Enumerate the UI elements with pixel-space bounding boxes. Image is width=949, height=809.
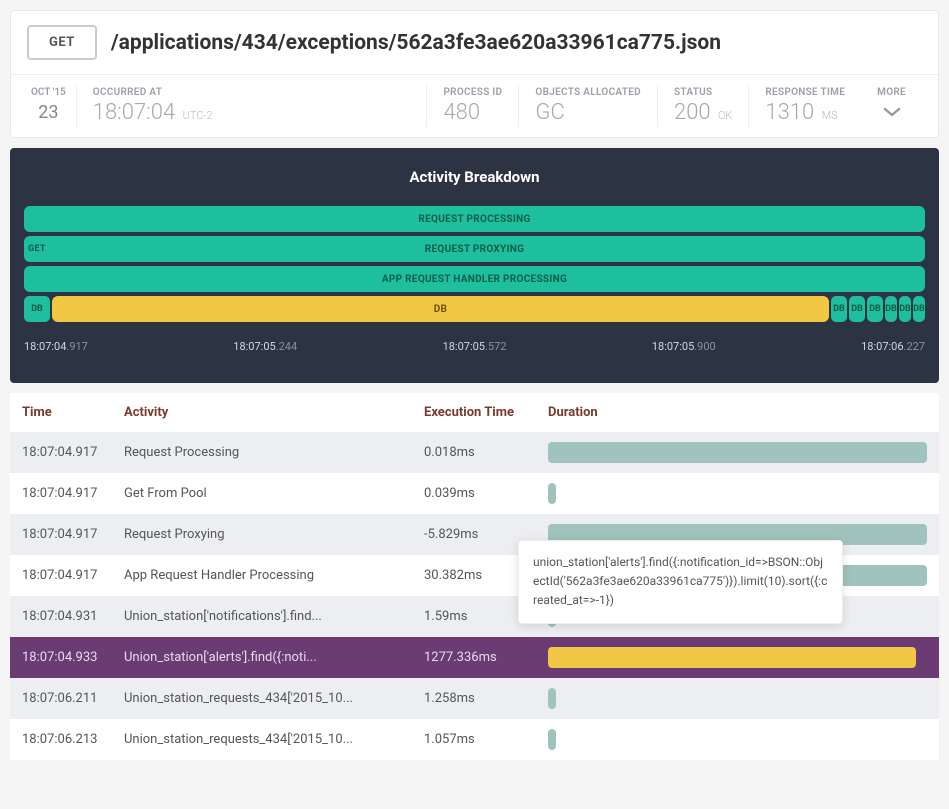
cell-execution-time: 0.018ms [424, 445, 542, 460]
cell-execution-time: 1.258ms [424, 691, 542, 706]
cell-activity: Union_station_requests_434['2015_10... [124, 732, 424, 747]
cell-duration [542, 688, 927, 709]
th-activity[interactable]: Activity [124, 405, 424, 420]
bar-request-proxying[interactable]: GET REQUEST PROXYING [24, 236, 925, 262]
th-duration[interactable]: Duration [542, 405, 927, 420]
cell-duration [542, 442, 927, 463]
timeline-bars: REQUEST PROCESSING GET REQUEST PROXYING … [10, 206, 939, 322]
cell-activity: Union_station['alerts'].find({:noti... [124, 650, 424, 665]
bar-label: REQUEST PROCESSING [418, 214, 530, 225]
table-row[interactable]: 18:07:06.213Union_station_requests_434['… [10, 719, 939, 760]
duration-bar [548, 483, 556, 504]
meta-objects: OBJECTS ALLOCATED GC [518, 85, 657, 127]
cell-activity: Get From Pool [124, 486, 424, 501]
th-time[interactable]: Time [22, 405, 124, 420]
duration-bar [548, 442, 927, 463]
th-execution-time[interactable]: Execution Time [424, 405, 542, 420]
meta-response-time: RESPONSE TIME 1310 MS [748, 85, 861, 127]
db-segment-4[interactable]: DB [867, 296, 883, 322]
duration-bar [548, 729, 556, 750]
meta-occurred: OCCURRED AT 18:07:04 UTC-2 [77, 85, 427, 127]
cell-time: 18:07:06.213 [22, 732, 124, 747]
db-segment-5[interactable]: DB [885, 296, 897, 322]
date-block: OCT '15 23 [23, 85, 77, 127]
meta-process-value: 480 [443, 100, 502, 125]
cell-time: 18:07:04.917 [22, 486, 124, 501]
date-day: 23 [31, 102, 66, 123]
bar-app-handler[interactable]: APP REQUEST HANDLER PROCESSING [24, 266, 925, 292]
meta-more-label: MORE [877, 87, 906, 98]
cell-activity: Request Proxying [124, 527, 424, 542]
meta-process-label: PROCESS ID [443, 87, 502, 98]
cell-time: 18:07:04.931 [22, 609, 124, 624]
cell-activity: Request Processing [124, 445, 424, 460]
db-row: DB DB DB DB DB DB DB DB [24, 296, 925, 322]
timeline-tick: 18:07:06.227 [861, 340, 925, 353]
timeline-tick: 18:07:05.572 [443, 340, 507, 353]
meta-status-label: STATUS [674, 87, 732, 98]
table-row[interactable]: 18:07:04.917Request Processing0.018ms [10, 432, 939, 473]
cell-execution-time: 1.057ms [424, 732, 542, 747]
meta-objects-label: OBJECTS ALLOCATED [535, 87, 641, 98]
meta-occurred-label: OCCURRED AT [93, 87, 411, 98]
meta-status-value: 200 OK [674, 100, 732, 125]
meta-objects-value: GC [535, 100, 641, 125]
cell-time: 18:07:04.917 [22, 445, 124, 460]
db-segment-6[interactable]: DB [899, 296, 911, 322]
meta-occurred-value: 18:07:04 UTC-2 [93, 100, 411, 125]
db-segment-1[interactable]: DB [24, 296, 50, 322]
cell-duration [542, 647, 927, 668]
cell-execution-time: 0.039ms [424, 486, 542, 501]
http-method-badge: GET [27, 25, 97, 60]
db-segment-2[interactable]: DB [831, 296, 847, 322]
request-header-card: GET /applications/434/exceptions/562a3fe… [10, 10, 939, 138]
meta-more-toggle[interactable]: MORE [861, 85, 926, 127]
breakdown-title: Activity Breakdown [10, 168, 939, 186]
cell-activity: Union_station['notifications'].find... [124, 609, 424, 624]
cell-time: 18:07:04.933 [22, 650, 124, 665]
timeline-tick: 18:07:05.244 [233, 340, 297, 353]
meta-response-label: RESPONSE TIME [765, 87, 845, 98]
bar-label: APP REQUEST HANDLER PROCESSING [382, 274, 567, 285]
activity-breakdown-card: Activity Breakdown REQUEST PROCESSING GE… [10, 148, 939, 383]
query-tooltip: union_station['alerts'].find({:notificat… [518, 540, 843, 624]
cell-time: 18:07:04.917 [22, 527, 124, 542]
cell-time: 18:07:06.211 [22, 691, 124, 706]
date-month: OCT '15 [31, 87, 66, 98]
request-path: /applications/434/exceptions/562a3fe3ae6… [111, 31, 721, 55]
timeline-tick: 18:07:05.900 [652, 340, 716, 353]
cell-activity: Union_station_requests_434['2015_10... [124, 691, 424, 706]
request-line: GET /applications/434/exceptions/562a3fe… [11, 11, 938, 75]
cell-time: 18:07:04.917 [22, 568, 124, 583]
chevron-down-icon [877, 102, 906, 123]
timeline-ticks: 18:07:04.917 18:07:05.244 18:07:05.572 18:0… [10, 326, 939, 353]
table-row[interactable]: 18:07:04.917Get From Pool0.039ms [10, 473, 939, 514]
tooltip-text: union_station['alerts'].find({:notificat… [533, 555, 827, 607]
timeline-tick: 18:07:04.917 [24, 340, 88, 353]
cell-activity: App Request Handler Processing [124, 568, 424, 583]
meta-status: STATUS 200 OK [657, 85, 748, 127]
table-row[interactable]: 18:07:04.933Union_station['alerts'].find… [10, 637, 939, 678]
table-row[interactable]: 18:07:06.211Union_station_requests_434['… [10, 678, 939, 719]
bar-request-processing[interactable]: REQUEST PROCESSING [24, 206, 925, 232]
meta-response-value: 1310 MS [765, 100, 845, 125]
db-segment-3[interactable]: DB [849, 296, 865, 322]
cell-duration [542, 729, 927, 750]
table-header-row: Time Activity Execution Time Duration [10, 393, 939, 432]
bar-get-label: GET [28, 244, 46, 254]
cell-duration [542, 483, 927, 504]
duration-bar [548, 688, 556, 709]
cell-execution-time: 1277.336ms [424, 650, 542, 665]
bar-label: DB [434, 304, 447, 315]
meta-row: OCT '15 23 OCCURRED AT 18:07:04 UTC-2 PR… [11, 75, 938, 137]
bar-db-main[interactable]: DB [52, 296, 829, 322]
db-segment-7[interactable]: DB [913, 296, 925, 322]
meta-process: PROCESS ID 480 [426, 85, 518, 127]
bar-label: REQUEST PROXYING [425, 244, 525, 255]
activity-table: Time Activity Execution Time Duration 18… [10, 393, 939, 760]
duration-bar [548, 647, 916, 668]
